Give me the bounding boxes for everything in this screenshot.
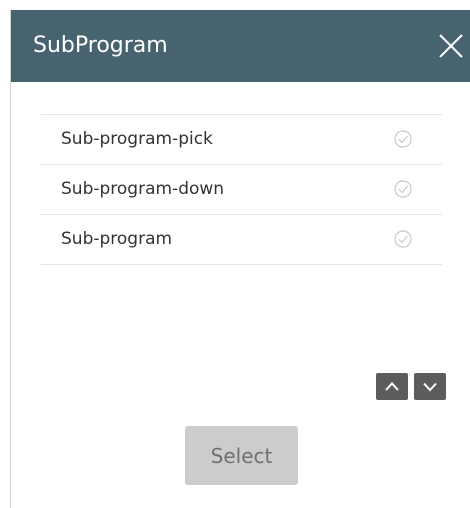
list-item-label: Sub-program-down xyxy=(61,179,225,199)
check-circle-icon xyxy=(394,230,412,248)
dialog-title: SubProgram xyxy=(33,33,168,58)
list-item-label: Sub-program-pick xyxy=(61,129,213,149)
chevron-down-icon xyxy=(423,382,437,392)
move-up-button[interactable] xyxy=(376,373,408,400)
move-down-button[interactable] xyxy=(414,373,446,400)
reorder-controls xyxy=(376,373,448,400)
list-item[interactable]: Sub-program xyxy=(41,215,442,265)
check-circle-icon xyxy=(394,130,412,148)
list-item[interactable]: Sub-program-down xyxy=(41,165,442,215)
subprogram-list: Sub-program-pick Sub-program-down Sub-pr… xyxy=(41,114,442,265)
dialog-titlebar: SubProgram xyxy=(11,10,470,82)
select-button[interactable]: Select xyxy=(185,426,298,485)
list-item-label: Sub-program xyxy=(61,229,173,249)
check-circle-icon xyxy=(394,180,412,198)
subprogram-dialog: SubProgram Sub-program-pick Sub-program-… xyxy=(10,10,470,508)
list-item[interactable]: Sub-program-pick xyxy=(41,115,442,165)
chevron-up-icon xyxy=(385,382,399,391)
close-icon[interactable] xyxy=(435,30,467,62)
